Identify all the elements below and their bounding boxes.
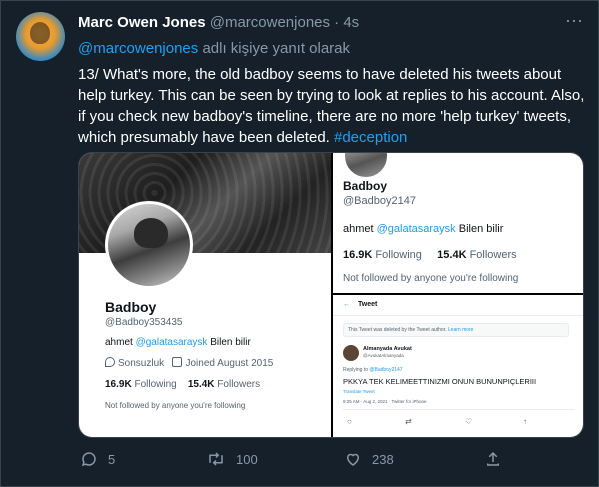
divider [333,315,583,316]
location-icon [105,357,115,367]
retweet-button[interactable]: 100 [206,450,258,472]
replying-mention: @Badboy2147 [369,367,403,373]
profile-stats: 16.9K Following 15.4K Followers [105,379,260,390]
tweet-media[interactable]: Badboy @Badboy353435 ahmet @galatasarays… [78,152,584,438]
translate-link: Translate Tweet [343,389,375,394]
reply-author-name: Almanyada Avukat [363,346,412,352]
reply-mention[interactable]: @marcowenjones [78,40,198,57]
following-count: 16.9K [105,379,132,390]
followers-count: 15.4K [187,379,215,390]
tweet-time[interactable]: 4s [343,14,359,31]
reply-count: 5 [108,452,116,467]
tweet-body: 13/ What's more, the old badboy seems to… [78,66,585,146]
profile-handle: @Badboy2147 [343,195,416,207]
bio-suffix: Bilen bilir [455,223,504,235]
deleted-tweet-screenshot[interactable]: ← Tweet This Tweet was deleted by the Twe… [333,295,583,437]
deleted-notice: This Tweet was deleted by the Tweet auth… [343,323,569,337]
calendar-icon [172,357,183,367]
share-icon [487,451,499,466]
followers-count: 15.4K [437,249,467,261]
profile-meta: Sonsuzluk Joined August 2015 [105,357,273,369]
profile-handle: @Badboy353435 [105,317,183,328]
bio-prefix: ahmet [105,337,136,348]
followers-label: Followers [466,249,517,261]
not-followed-note: Not followed by anyone you're following [105,401,246,410]
profile-joined: Joined August 2015 [185,358,274,369]
like-button[interactable]: 238 [344,450,394,472]
author-handle[interactable]: @marcowenjones [210,14,330,31]
reply-text: PKKYA TEK KELIMEETTINIZMI ONUN BUNUNPIÇL… [343,377,537,386]
bio-prefix: ahmet [343,223,377,235]
profile-avatar [105,201,193,289]
share-button[interactable] [484,450,502,472]
tweet-actions: 5 100 238 [78,450,578,472]
reply-suffix: adlı kişiye yanıt olarak [198,40,351,57]
reply-button[interactable]: 5 [80,450,115,472]
replying-prefix: Replying to [343,367,370,373]
reply-actions: ○ ⇄ ♡ ↑ [343,417,575,427]
following-count: 16.9K [343,249,373,261]
bio-mention: @galatasaraysk [135,337,208,348]
divider [343,409,575,410]
reply-author-avatar [343,345,359,361]
learn-more-link: Learn more [447,327,474,333]
profile-name: Badboy [343,179,388,193]
like-icon [346,453,360,466]
profile-name: Badboy [105,299,157,315]
retweet-icon: ⇄ [405,417,412,426]
like-icon: ♡ [465,417,473,426]
following-label: Following [372,249,422,261]
reply-author-handle: @AvukatAlmanyada [363,353,404,358]
like-count: 238 [372,452,394,467]
new-profile-screenshot[interactable]: Badboy @Badboy2147 ahmet @galatasaraysk … [333,153,583,293]
bio-mention: @galatasaraysk [376,223,456,235]
separator-dot: · [334,14,340,31]
retweet-count: 100 [236,452,258,467]
following-label: Following [131,379,177,390]
more-options-icon[interactable]: ··· [563,11,585,32]
author-name[interactable]: Marc Owen Jones [78,14,206,31]
author-avatar[interactable] [16,12,65,61]
share-icon: ↑ [523,417,527,426]
reply-icon [81,452,96,467]
profile-stats: 16.9K Following 15.4K Followers [343,249,517,261]
deleted-notice-text: This Tweet was deleted by the Tweet auth… [348,327,448,333]
tweet-header: Marc Owen Jones @marcowenjones · 4s [78,14,559,34]
not-followed-note: Not followed by anyone you're following [343,273,519,284]
followers-label: Followers [214,379,261,390]
profile-avatar [343,153,389,179]
tweet-view-header: ← Tweet [343,301,377,308]
tweet-text: 13/ What's more, the old badboy seems to… [78,64,588,148]
hashtag-link[interactable]: #deception [334,129,407,146]
retweet-icon [209,452,223,466]
profile-bio: ahmet @galatasaraysk Bilen bilir [343,223,503,235]
replying-to: Replying to @Badboy2147 [343,367,403,373]
tweet-view-title: Tweet [358,301,378,308]
reply-icon: ○ [347,417,352,426]
old-profile-screenshot[interactable]: Badboy @Badboy353435 ahmet @galatasarays… [79,153,331,437]
back-arrow-icon: ← [343,301,350,308]
reply-timestamp: 9:25 AM · Aug 2, 2021 · Twitter for iPho… [343,399,427,404]
profile-location: Sonsuzluk [118,358,165,369]
reply-context: @marcowenjones adlı kişiye yanıt olarak [78,40,350,57]
profile-bio: ahmet @galatasaraysk Bilen bilir [105,337,251,348]
bio-suffix: Bilen bilir [207,337,251,348]
